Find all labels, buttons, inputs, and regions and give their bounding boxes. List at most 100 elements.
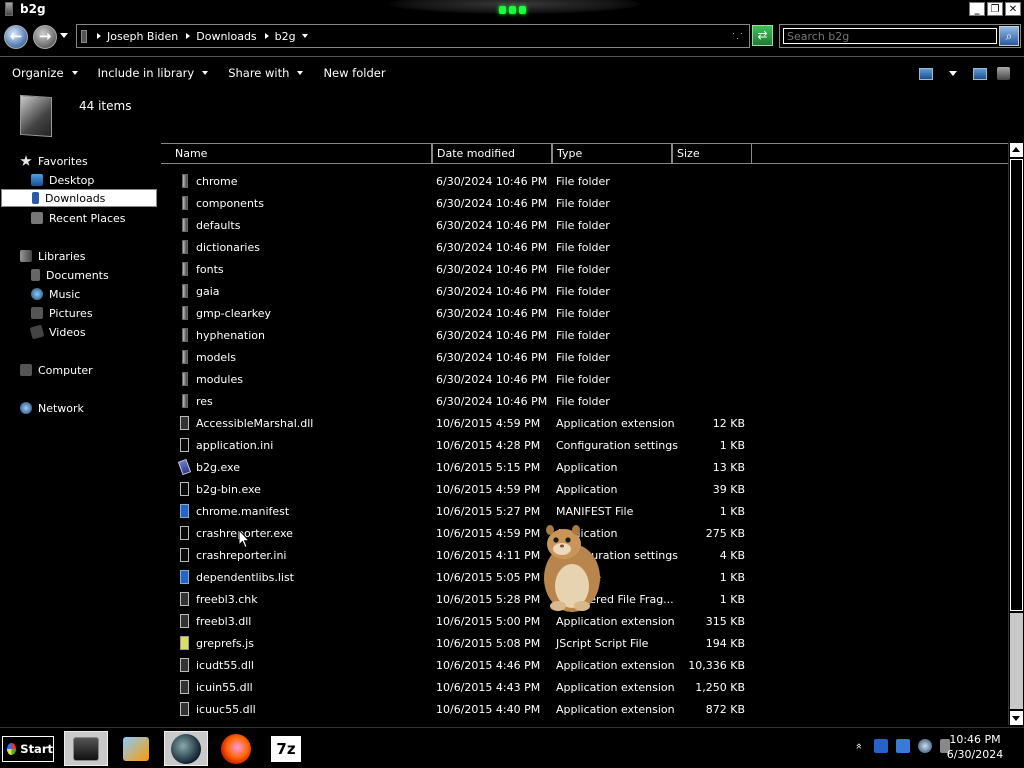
back-button[interactable]: ← [4, 25, 28, 49]
taskbar-b2g[interactable] [164, 731, 208, 766]
network-tray-icon[interactable] [918, 739, 932, 753]
taskbar-7zip[interactable]: 7z [264, 731, 308, 766]
column-header-date[interactable]: Date modified [432, 144, 552, 164]
file-row[interactable]: components 6/30/2024 10:46 PM File folder [161, 193, 1007, 215]
nav-downloads[interactable]: Downloads [1, 189, 157, 207]
file-name: defaults [196, 219, 241, 232]
view-options-icon[interactable] [919, 67, 933, 80]
nav-recent-places[interactable]: Recent Places [31, 209, 126, 227]
file-type: Application extension [556, 659, 675, 672]
file-row[interactable]: gaia 6/30/2024 10:46 PM File folder [161, 281, 1007, 303]
file-row[interactable]: models 6/30/2024 10:46 PM File folder [161, 347, 1007, 369]
breadcrumb[interactable]: Joseph Biden Downloads b2g [76, 24, 750, 48]
column-header-size[interactable]: Size [672, 144, 752, 164]
action-center-icon[interactable] [896, 739, 910, 753]
file-row[interactable]: b2g.exe 10/6/2015 5:15 PM Application 13 KB [161, 457, 1007, 479]
folder-icon [182, 284, 188, 298]
file-size: 1 KB [719, 505, 745, 518]
show-hidden-icons-chevron[interactable]: » [852, 739, 866, 753]
share-with-menu[interactable]: Share with [228, 66, 304, 80]
start-button[interactable]: Start [2, 736, 54, 762]
help-icon[interactable] [997, 67, 1010, 80]
taskbar-firefox[interactable] [214, 731, 258, 766]
nav-network[interactable]: Network [20, 399, 84, 417]
file-date: 10/6/2015 4:59 PM [436, 527, 541, 540]
file-row[interactable]: res 6/30/2024 10:46 PM File folder [161, 391, 1007, 413]
file-row[interactable]: greprefs.js 10/6/2015 5:08 PM JScript Scri… [161, 633, 1007, 655]
file-name: crashreporter.ini [196, 549, 287, 562]
file-row[interactable]: hyphenation 6/30/2024 10:46 PM File folder [161, 325, 1007, 347]
search-input[interactable] [783, 28, 997, 44]
mouse-cursor-icon [238, 529, 250, 549]
file-row[interactable]: chrome 6/30/2024 10:46 PM File folder [161, 171, 1007, 193]
network-icon [20, 402, 32, 414]
file-row[interactable]: icuuc55.dll 10/6/2015 4:40 PM Application … [161, 699, 1007, 721]
file-list: chrome 6/30/2024 10:46 PM File folder compo… [161, 171, 1007, 725]
column-header-type[interactable]: Type [552, 144, 672, 164]
file-row[interactable]: freebl3.dll 10/6/2015 5:00 PM Application … [161, 611, 1007, 633]
maximize-button[interactable]: ❐ [987, 2, 1003, 16]
file-size: 13 KB [712, 461, 745, 474]
title-bar[interactable]: b2g _ ❐ ✕ [0, 0, 1024, 19]
refresh-button[interactable]: ⇄ [752, 25, 773, 46]
nav-music[interactable]: Music [31, 285, 80, 303]
scroll-down-button[interactable] [1010, 711, 1023, 725]
file-row[interactable]: dictionaries 6/30/2024 10:46 PM File folde… [161, 237, 1007, 259]
recent-pages-dropdown[interactable] [60, 33, 68, 38]
file-type: Application extension [556, 615, 675, 628]
scroll-track[interactable] [1010, 613, 1023, 709]
preview-pane-icon[interactable] [973, 67, 987, 80]
nav-desktop[interactable]: Desktop [31, 171, 94, 189]
minimize-button[interactable]: _ [969, 2, 985, 16]
nav-videos[interactable]: Videos [29, 323, 86, 341]
search-icon[interactable]: ⌕ [999, 26, 1019, 46]
file-row[interactable]: icudt55.dll 10/6/2015 4:46 PM Application … [161, 655, 1007, 677]
taskbar-media-player[interactable] [114, 731, 158, 766]
vertical-scrollbar[interactable] [1008, 143, 1023, 725]
include-in-library-menu[interactable]: Include in library [98, 66, 209, 80]
organize-menu[interactable]: Organize [12, 66, 78, 80]
file-icon [180, 636, 189, 650]
taskbar-explorer[interactable] [64, 731, 108, 766]
close-button[interactable]: ✕ [1005, 2, 1021, 16]
nav-libraries[interactable]: Libraries [20, 247, 86, 265]
breadcrumb-item-user[interactable]: Joseph Biden [97, 30, 178, 43]
file-row[interactable]: defaults 6/30/2024 10:46 PM File folder [161, 215, 1007, 237]
folder-icon [5, 2, 13, 16]
scroll-up-button[interactable] [1010, 143, 1023, 157]
file-row[interactable]: gmp-clearkey 6/30/2024 10:46 PM File folde… [161, 303, 1007, 325]
search-box[interactable]: ⌕ [779, 24, 1021, 48]
folder-icon [182, 196, 188, 210]
breadcrumb-item-downloads[interactable]: Downloads [186, 30, 257, 43]
nav-favorites[interactable]: Favorites [20, 152, 88, 170]
file-row[interactable]: fonts 6/30/2024 10:46 PM File folder [161, 259, 1007, 281]
new-folder-button[interactable]: New folder [323, 66, 385, 80]
item-count: 44 items [79, 99, 132, 113]
file-row[interactable]: modules 6/30/2024 10:46 PM File folder [161, 369, 1007, 391]
scroll-thumb[interactable] [1010, 159, 1023, 611]
file-name: modules [196, 373, 243, 386]
system-tray: » [852, 739, 950, 753]
column-header-name[interactable]: Name [170, 144, 432, 164]
file-row[interactable]: icuin55.dll 10/6/2015 4:43 PM Application … [161, 677, 1007, 699]
view-options-dropdown[interactable] [949, 71, 957, 76]
file-size: 1 KB [719, 439, 745, 452]
file-date: 6/30/2024 10:46 PM [436, 307, 548, 320]
desktop-icon [31, 174, 43, 186]
firefox-icon [221, 733, 251, 764]
tray-app-icon[interactable] [874, 739, 888, 753]
nav-documents[interactable]: Documents [31, 266, 109, 284]
folder-icon [182, 306, 188, 320]
breadcrumb-item-b2g[interactable]: b2g [264, 30, 308, 43]
nav-computer[interactable]: Computer [20, 361, 93, 379]
forward-button[interactable]: → [33, 25, 57, 49]
file-row[interactable]: b2g-bin.exe 10/6/2015 4:59 PM Application 3… [161, 479, 1007, 501]
file-type: File folder [556, 175, 610, 188]
music-icon [31, 288, 43, 300]
file-date: 10/6/2015 5:15 PM [436, 461, 541, 474]
system-clock[interactable]: 10:46 PM 6/30/2024 [940, 732, 1010, 762]
folder-icon [182, 218, 188, 232]
nav-pictures[interactable]: Pictures [31, 304, 93, 322]
file-row[interactable]: AccessibleMarshal.dll 10/6/2015 4:59 PM Ap… [161, 413, 1007, 435]
file-row[interactable]: application.ini 10/6/2015 4:28 PM Configur… [161, 435, 1007, 457]
